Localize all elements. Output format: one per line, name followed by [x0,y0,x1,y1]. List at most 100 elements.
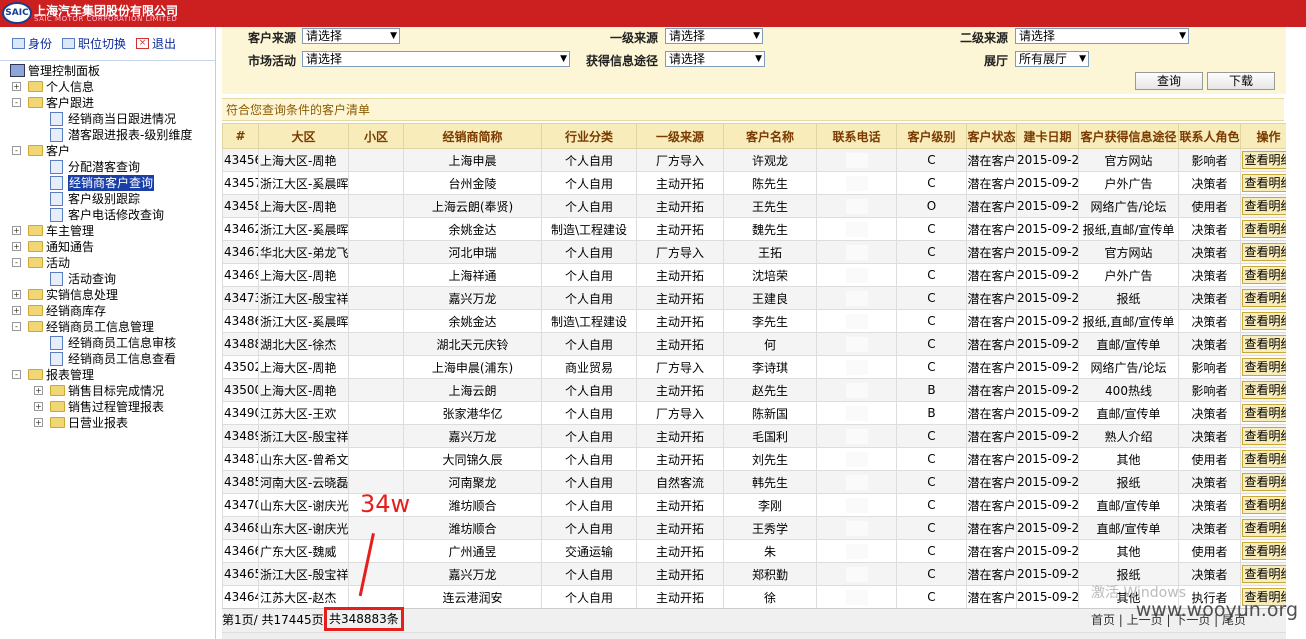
table-cell: 潜在客户 [966,286,1017,310]
expand-icon[interactable]: + [12,226,21,235]
download-button[interactable]: 下载 [1207,72,1275,90]
tree-item[interactable]: + 个人信息 [0,79,215,95]
table-cell: 潜在客户 [966,217,1017,241]
tree-item[interactable]: + 日营业报表 [0,415,215,431]
horizontal-scrollbar[interactable] [222,632,1286,639]
tree-item[interactable]: 活动查询 [0,271,215,287]
tree-item[interactable]: - 报表管理 [0,367,215,383]
view-details-button[interactable]: 查看明细 [1242,266,1286,284]
view-details-button[interactable]: 查看明细 [1242,151,1286,169]
table-cell: 43473 [222,286,259,310]
view-details-button[interactable]: 查看明细 [1242,358,1286,376]
table-cell [816,447,897,471]
table-cell: 使用者 [1178,447,1241,471]
identity-link[interactable]: 身份 [12,35,52,52]
expand-icon[interactable]: + [34,402,43,411]
collapse-icon[interactable]: - [12,258,21,267]
collapse-icon[interactable]: - [12,322,21,331]
table-cell: 个人自用 [541,470,637,494]
market-activity-select[interactable]: 请选择 ▼ [302,51,570,67]
view-details-button[interactable]: 查看明细 [1242,243,1286,261]
total-count: 共348883条 [324,607,404,631]
logout-link[interactable]: × 退出 [136,35,176,52]
tree-item[interactable]: 经销商客户查询 [0,175,215,191]
redacted-phone [845,589,868,605]
collapse-icon[interactable]: - [12,98,21,107]
tree-item[interactable]: 客户电话修改查询 [0,207,215,223]
view-details-button[interactable]: 查看明细 [1242,473,1286,491]
tree-item[interactable]: 经销商员工信息审核 [0,335,215,351]
view-details-button[interactable]: 查看明细 [1242,312,1286,330]
tree-item[interactable]: - 客户跟进 [0,95,215,111]
table-cell: 潜在客户 [966,332,1017,356]
expand-icon[interactable]: + [12,290,21,299]
view-details-button[interactable]: 查看明细 [1242,542,1286,560]
view-details-button[interactable]: 查看明细 [1242,427,1286,445]
pager: 第1页/ 共17445页 共348883条 首页 | 上一页 | 下一页 | 尾… [222,607,1286,632]
switch-position-link[interactable]: 职位切换 [62,35,126,52]
tree-item[interactable]: 潜客跟进报表-级别维度 [0,127,215,143]
tree-item[interactable]: + 经销商库存 [0,303,215,319]
tree-item[interactable]: + 车主管理 [0,223,215,239]
table-cell: 查看明细 [1240,309,1286,333]
tree-item[interactable]: - 客户 [0,143,215,159]
table-cell: C [896,263,967,287]
level1-source-select[interactable]: 请选择 ▼ [665,28,763,44]
table-cell: 个人自用 [541,194,637,218]
column-header: 一级来源 [636,123,724,149]
tree-item[interactable]: - 活动 [0,255,215,271]
collapse-icon[interactable]: - [12,370,21,379]
view-details-button[interactable]: 查看明细 [1242,335,1286,353]
table-row: 43489 浙江大区-殷宝祥 嘉兴万龙 个人自用 主动开拓 毛国利 C 潜在客户 2015-09… [222,424,1286,448]
view-details-button[interactable]: 查看明细 [1242,220,1286,238]
tree-item-label: 经销商员工信息审核 [68,336,177,350]
expand-icon[interactable]: + [12,242,21,251]
view-details-button[interactable]: 查看明细 [1242,496,1286,514]
tree-item[interactable]: + 销售过程管理报表 [0,399,215,415]
expand-icon[interactable]: + [34,418,43,427]
tree-item[interactable]: + 通知通告 [0,239,215,255]
customer-source-select[interactable]: 请选择 ▼ [302,28,400,44]
view-details-button[interactable]: 查看明细 [1242,197,1286,215]
showroom-select[interactable]: 所有展厅 ▼ [1015,51,1089,67]
table-cell: 2015-09-24 [1016,401,1079,425]
expand-icon[interactable]: + [12,82,21,91]
tree-item[interactable]: + 销售目标完成情况 [0,383,215,399]
table-cell [348,539,404,563]
view-details-button[interactable]: 查看明细 [1242,450,1286,468]
view-details-button[interactable]: 查看明细 [1242,381,1286,399]
table-cell [348,516,404,540]
switch-icon [62,38,76,49]
table-cell: 潜在客户 [966,378,1017,402]
table-cell: 浙江大区-奚晨晖 [258,171,349,195]
table-cell: 主动开拓 [636,562,724,586]
table-cell: 山东大区-曾希文 [258,447,349,471]
table-cell: 李诗琪 [723,355,817,379]
info-channel-select[interactable]: 请选择 ▼ [665,51,765,67]
view-details-button[interactable]: 查看明细 [1242,174,1286,192]
table-cell: 魏先生 [723,217,817,241]
expand-icon[interactable]: + [12,306,21,315]
tree-item[interactable]: 客户级别跟踪 [0,191,215,207]
tree-item[interactable]: 管理控制面板 [0,63,215,79]
table-cell: 上海大区-周艳 [258,194,349,218]
query-button[interactable]: 查询 [1135,72,1203,90]
tree-item[interactable]: 分配潜客查询 [0,159,215,175]
table-cell: 400热线 [1078,378,1179,402]
view-details-button[interactable]: 查看明细 [1242,289,1286,307]
collapse-icon[interactable]: - [12,146,21,155]
table-cell: 查看明细 [1240,194,1286,218]
table-cell [348,194,404,218]
level2-source-select[interactable]: 请选择 ▼ [1015,28,1189,44]
showroom-label: 展厅 [984,54,1009,68]
tree-item[interactable]: 经销商员工信息查看 [0,351,215,367]
tree-item[interactable]: 经销商当日跟进情况 [0,111,215,127]
expand-icon[interactable]: + [34,386,43,395]
tree-item[interactable]: - 经销商员工信息管理 [0,319,215,335]
view-details-button[interactable]: 查看明细 [1242,565,1286,583]
view-details-button[interactable]: 查看明细 [1242,404,1286,422]
table-cell: 浙江大区-殷宝祥 [258,424,349,448]
tree-item[interactable]: + 实销信息处理 [0,287,215,303]
table-cell: 厂方导入 [636,401,724,425]
view-details-button[interactable]: 查看明细 [1242,519,1286,537]
